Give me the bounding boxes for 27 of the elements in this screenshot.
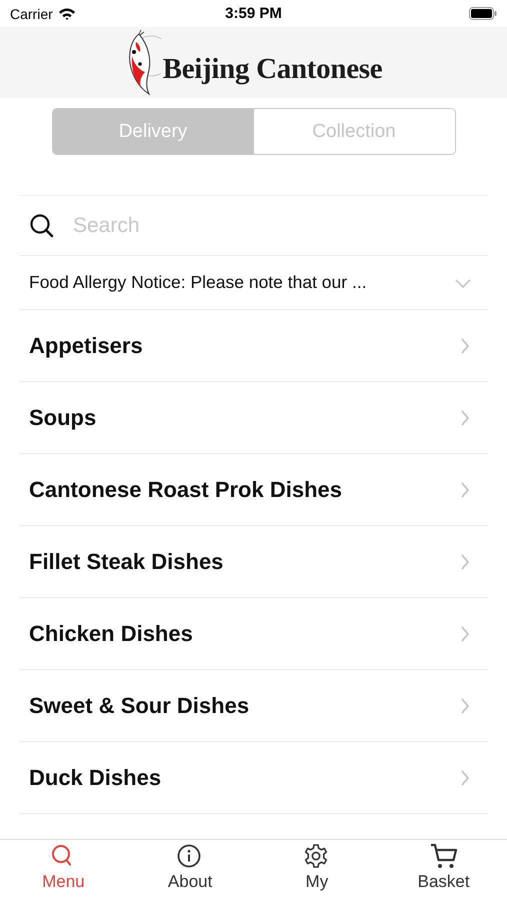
wifi-icon <box>58 7 76 20</box>
carrier-label: Carrier <box>10 6 53 22</box>
search-icon <box>29 212 55 238</box>
chevron-right-icon <box>460 480 470 498</box>
category-row[interactable]: Soups <box>19 382 488 454</box>
category-row[interactable]: Fillet Steak Dishes <box>19 526 488 598</box>
category-row[interactable]: Sweet & Sour Dishes <box>19 670 488 742</box>
allergy-notice: Food Allergy Notice: Please note that our ... <box>29 272 367 293</box>
category-row[interactable]: Appetisers <box>19 310 488 382</box>
category-row[interactable]: Duck Dishes <box>19 742 488 814</box>
chevron-right-icon <box>460 696 470 714</box>
tab-bar-item[interactable]: Menu <box>0 840 127 900</box>
tab-bar-item[interactable]: About <box>126 840 254 900</box>
cart-icon <box>430 843 458 869</box>
category-row[interactable]: Chicken Dishes <box>19 598 488 670</box>
category-row[interactable]: Cantonese Roast Prok Dishes <box>19 454 488 526</box>
battery-icon <box>468 7 497 20</box>
chevron-right-icon <box>460 336 470 354</box>
chevron-right-icon <box>460 624 470 642</box>
chevron-right-icon <box>460 768 470 786</box>
chevron-right-icon <box>460 408 470 426</box>
tab-bar-item[interactable]: Basket <box>380 840 507 900</box>
logo-text: Beijing Cantonese <box>162 52 382 86</box>
chevron-right-icon <box>460 552 470 570</box>
chevron-down-icon[interactable] <box>454 276 472 288</box>
status-time: 3:59 PM <box>225 5 282 22</box>
tab-bar-item[interactable]: My <box>254 840 380 900</box>
